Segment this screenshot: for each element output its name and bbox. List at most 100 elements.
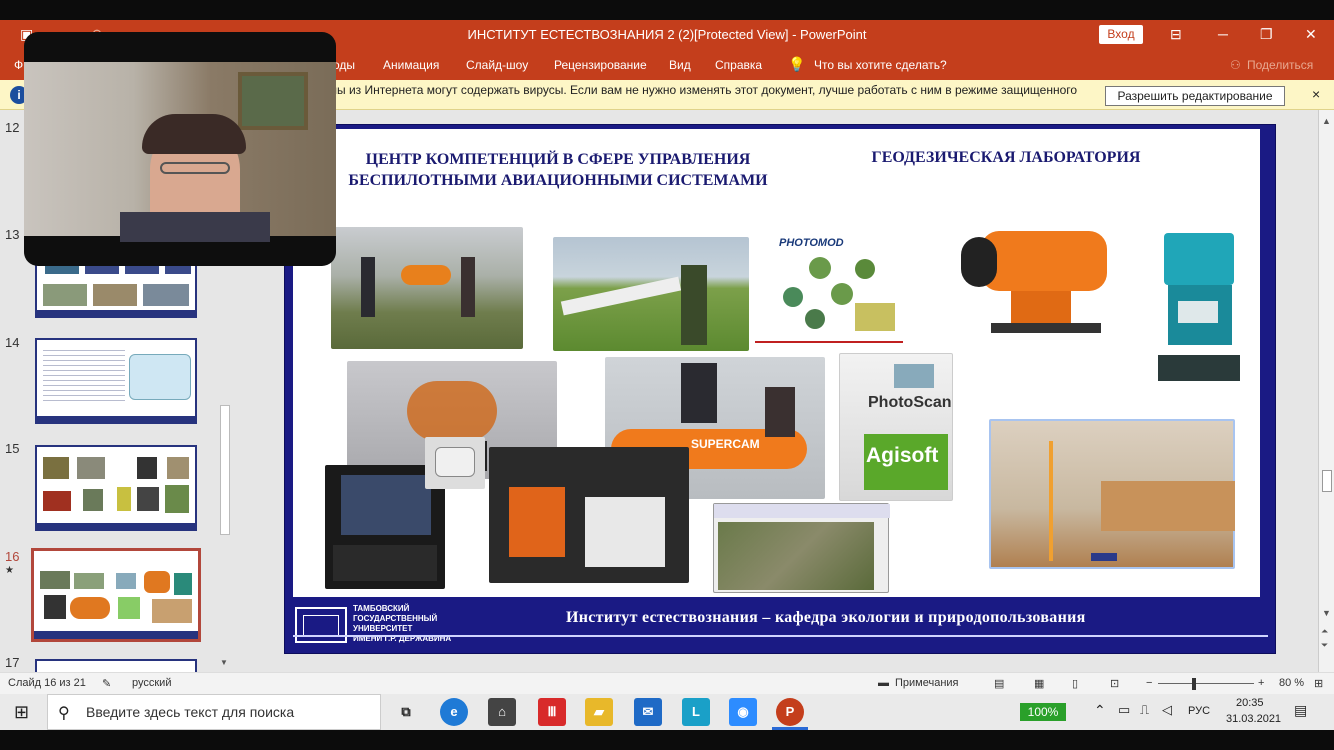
language-indicator[interactable]: русский xyxy=(132,677,171,689)
scroll-down-icon[interactable]: ▼ xyxy=(1322,608,1331,618)
zoom-slider-thumb[interactable] xyxy=(1192,678,1196,690)
restore-icon[interactable]: ❐ xyxy=(1260,26,1273,43)
ribbon-display-icon[interactable]: ⊟ xyxy=(1170,26,1182,43)
photo-uav-launch xyxy=(553,237,749,351)
close-icon[interactable]: ✕ xyxy=(1305,26,1317,43)
powerpoint-icon[interactable]: P xyxy=(776,698,804,726)
supercam-label: SUPERCAM xyxy=(691,437,760,451)
notes-icon[interactable]: ▬ xyxy=(878,677,889,689)
tab-animation[interactable]: Анимация xyxy=(383,58,439,72)
slide-footer-text: Институт естествознания – кафедра эколог… xyxy=(566,609,1086,626)
agisoft-photoscan-box: PhotoScan Agisoft xyxy=(839,353,953,501)
photo-remote-controller xyxy=(425,437,485,489)
thumb-number-selected: 16 xyxy=(5,549,20,564)
slide-heading-uav: ЦЕНТР КОМПЕТЕНЦИЙ В СФЕРЕ УПРАВЛЕНИЯ БЕС… xyxy=(348,151,768,189)
photo-uav-team xyxy=(331,227,523,349)
taskbar-search-box[interactable]: ⚲ Введите здесь текст для поиска xyxy=(47,694,381,730)
scroll-down-icon[interactable]: ▼ xyxy=(220,658,228,667)
photomod-graphic: PHOTOMOD xyxy=(755,233,903,343)
thumb-number: 12 xyxy=(5,120,20,135)
fit-slide-icon[interactable]: ⊞ xyxy=(1314,677,1323,690)
notifications-icon[interactable]: ▤ xyxy=(1294,702,1307,719)
search-icon: ⚲ xyxy=(58,705,70,722)
photo-uav-transport-case xyxy=(489,447,689,583)
zoom-out-button[interactable]: − xyxy=(1146,677,1152,689)
network-icon[interactable]: ⎍ xyxy=(1140,702,1149,718)
tray-icon[interactable]: ▭ xyxy=(1118,702,1130,718)
slide-sorter-icon[interactable]: ▦ xyxy=(1034,677,1044,690)
zoom-in-button[interactable]: + xyxy=(1258,677,1264,689)
reading-view-icon[interactable]: ▯ xyxy=(1072,677,1078,690)
photo-geodesy-lab-room xyxy=(989,419,1235,569)
status-bar: Слайд 16 из 21 ✎ русский ▬ Примечания ▤ … xyxy=(0,672,1334,694)
share-icon[interactable]: ⚇ xyxy=(1230,58,1241,72)
thumb-number: 17 xyxy=(5,655,20,670)
task-view-icon[interactable]: ⧉ xyxy=(392,698,420,726)
slide-scroll-thumb[interactable] xyxy=(1322,470,1332,492)
minimize-icon[interactable]: ─ xyxy=(1218,26,1228,42)
file-explorer-icon[interactable]: ▰ xyxy=(585,698,613,726)
footer-divider xyxy=(293,635,1268,637)
zoom-app-icon[interactable]: ◉ xyxy=(729,698,757,726)
windows-start-icon[interactable]: ⊞ xyxy=(14,702,29,723)
login-button[interactable]: Вход xyxy=(1099,25,1143,44)
protected-view-message: лы из Интернета могут содержать вирусы. … xyxy=(330,83,1078,97)
app-red-icon[interactable]: Ⅲ xyxy=(538,698,566,726)
tab-view[interactable]: Вид xyxy=(669,58,691,72)
photomod-logo: PHOTOMOD xyxy=(779,237,844,249)
spellcheck-icon[interactable]: ✎ xyxy=(102,677,111,690)
volume-icon[interactable]: ◁ xyxy=(1162,702,1172,718)
tray-chevron-icon[interactable]: ⌃ xyxy=(1094,702,1106,719)
mail-icon[interactable]: ✉ xyxy=(634,698,662,726)
share-button[interactable]: Поделиться xyxy=(1247,58,1313,72)
tsu-logo xyxy=(295,607,347,643)
webcam-feed xyxy=(24,62,336,242)
top-black-bar xyxy=(0,0,1334,20)
slide-thumbnail-16-selected[interactable] xyxy=(31,548,201,642)
lightbulb-icon: 💡 xyxy=(788,56,806,72)
zoom-slider[interactable] xyxy=(1158,683,1254,684)
zoom-level[interactable]: 80 % xyxy=(1279,677,1304,689)
slide-thumbnail-14[interactable] xyxy=(35,338,197,424)
tab-help[interactable]: Справка xyxy=(715,58,762,72)
agisoft-label: Agisoft xyxy=(866,444,939,467)
edge-icon[interactable]: e xyxy=(440,698,468,726)
app-l-icon[interactable]: L xyxy=(682,698,710,726)
photo-total-station xyxy=(1138,225,1248,395)
slide-thumbnail-15[interactable] xyxy=(35,445,197,531)
thumb-number: 15 xyxy=(5,441,20,456)
photoscan-label: PhotoScan xyxy=(868,394,952,411)
clock-time[interactable]: 20:35 xyxy=(1236,697,1264,709)
animation-star-icon: ★ xyxy=(5,565,14,576)
slide-canvas: ЦЕНТР КОМПЕТЕНЦИЙ В СФЕРЕ УПРАВЛЕНИЯ БЕС… xyxy=(240,110,1320,672)
slide-content-area: ЦЕНТР КОМПЕТЕНЦИЙ В СФЕРЕ УПРАВЛЕНИЯ БЕС… xyxy=(293,129,1260,597)
infobar-close-icon[interactable]: × xyxy=(1312,86,1320,102)
previous-slide-icon[interactable]: ⏶ xyxy=(1321,626,1328,637)
webcam-video-overlay xyxy=(24,32,336,266)
next-slide-icon[interactable]: ⏷ xyxy=(1321,640,1328,651)
slideshow-icon[interactable]: ⊡ xyxy=(1110,677,1119,690)
store-icon[interactable]: ⌂ xyxy=(488,698,516,726)
slide-16: ЦЕНТР КОМПЕТЕНЦИЙ В СФЕРЕ УПРАВЛЕНИЯ БЕС… xyxy=(284,124,1276,654)
slide-scrollbar[interactable]: ▲ ▼ ⏶ ⏷ xyxy=(1318,110,1334,672)
tell-me-input[interactable]: Что вы хотите сделать? xyxy=(814,58,947,72)
scroll-up-icon[interactable]: ▲ xyxy=(1322,116,1331,126)
battery-level[interactable]: 100% xyxy=(1020,703,1066,721)
screenshot-gis-map xyxy=(713,503,890,593)
notes-button[interactable]: Примечания xyxy=(895,677,959,689)
tab-slideshow[interactable]: Слайд-шоу xyxy=(466,58,528,72)
thumbnail-scroll-thumb[interactable] xyxy=(220,405,230,535)
photo-level-instrument xyxy=(951,215,1113,339)
tab-review[interactable]: Рецензирование xyxy=(554,58,647,72)
bottom-black-bar xyxy=(0,730,1334,750)
input-language[interactable]: РУС xyxy=(1188,705,1210,717)
tab-transitions[interactable]: оды xyxy=(333,58,355,72)
tab-file[interactable]: Ф xyxy=(14,58,23,72)
normal-view-icon[interactable]: ▤ xyxy=(994,677,1004,690)
university-name: ТАМБОВСКИЙ ГОСУДАРСТВЕННЫЙ УНИВЕРСИТЕТ И… xyxy=(353,604,452,643)
enable-editing-button[interactable]: Разрешить редактирование xyxy=(1105,86,1285,106)
slide-heading-geodesy: ГЕОДЕЗИЧЕСКАЯ ЛАБОРАТОРИЯ xyxy=(871,149,1141,166)
clock-date[interactable]: 31.03.2021 xyxy=(1226,713,1281,725)
slide-thumbnail-17[interactable] xyxy=(35,659,197,672)
windows-taskbar: ⊞ ⚲ Введите здесь текст для поиска ⧉ e ⌂… xyxy=(0,694,1334,730)
